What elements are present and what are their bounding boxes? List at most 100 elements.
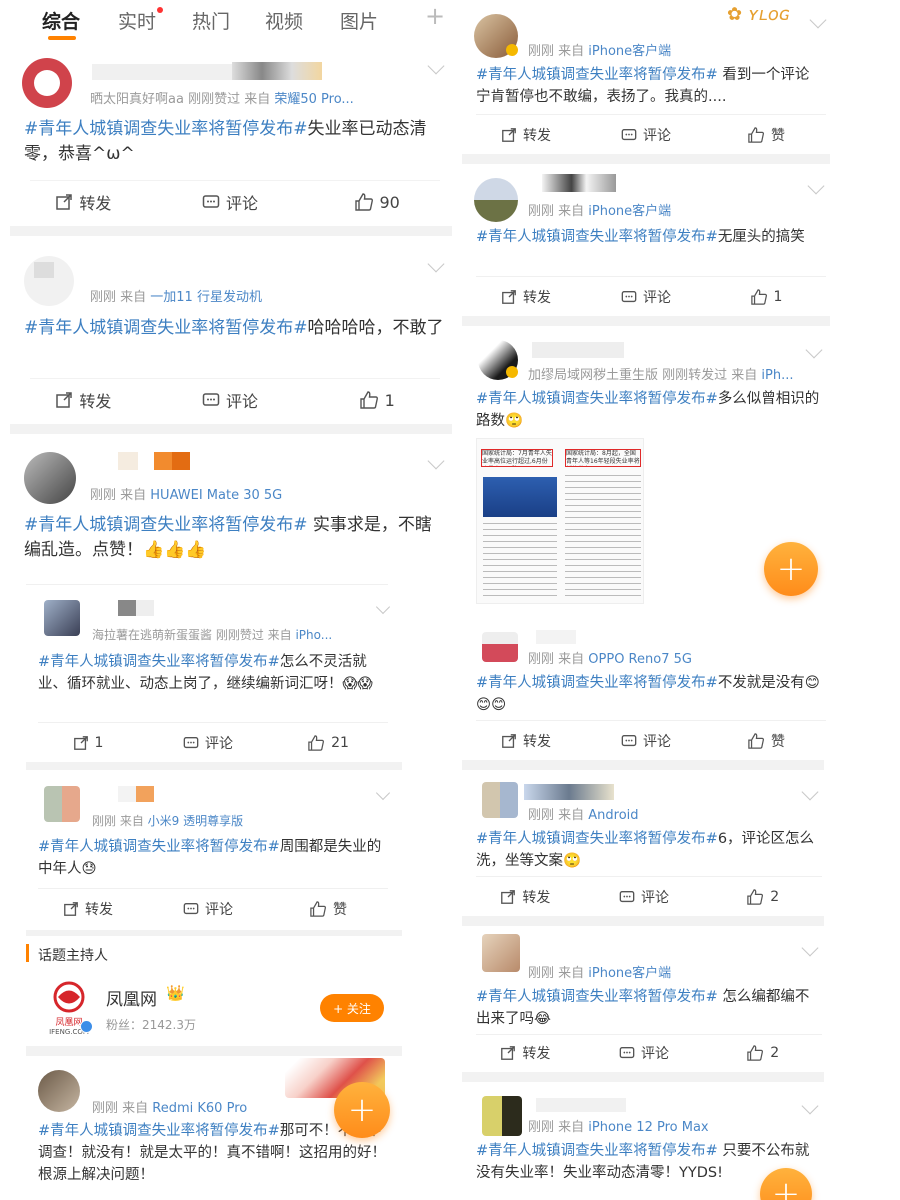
like-button[interactable]: 2 [703, 889, 822, 905]
section-marker [26, 944, 29, 962]
comment-button[interactable]: 评论 [586, 731, 706, 751]
avatar[interactable] [22, 58, 72, 108]
topic-link[interactable]: #青年人城镇调查失业率将暂停发布# [24, 515, 308, 535]
compose-button[interactable]: + [334, 1082, 390, 1138]
avatar[interactable] [38, 1070, 80, 1112]
post-actions: 1 评论 21 [28, 730, 388, 756]
comment-button[interactable]: 评论 [148, 899, 268, 919]
comment-button[interactable]: 评论 [157, 388, 304, 412]
repost-button[interactable]: 转发 [28, 899, 148, 919]
comment-button[interactable]: 评论 [585, 887, 704, 907]
repost-button[interactable]: 转发 [466, 125, 586, 145]
topic-link[interactable]: #青年人城镇调查失业率将暂停发布# [38, 839, 280, 855]
chevron-down-icon[interactable] [809, 11, 827, 29]
chevron-down-icon[interactable] [805, 341, 823, 359]
repost-button[interactable]: 转发 [10, 388, 157, 412]
chevron-down-icon[interactable] [801, 1097, 819, 1115]
avatar[interactable] [474, 178, 518, 222]
repost-icon [64, 902, 78, 916]
comment-icon [621, 129, 637, 141]
topic-link[interactable]: #青年人城镇调查失业率将暂停发布# [38, 654, 280, 670]
thumbs-up-icon [354, 193, 373, 211]
topic-link[interactable]: #青年人城镇调查失业率将暂停发布# [476, 831, 718, 847]
comment-button[interactable]: 评论 [585, 1043, 704, 1063]
comment-button[interactable]: 评论 [586, 287, 706, 307]
post-text: #青年人城镇调查失业率将暂停发布# 怎么编都编不出来了吗😂 [476, 989, 810, 1027]
topic-link[interactable]: #青年人城镇调查失业率将暂停发布# [38, 1123, 280, 1139]
topic-link[interactable]: #青年人城镇调查失业率将暂停发布# [476, 1143, 718, 1159]
chevron-down-icon[interactable] [375, 599, 391, 615]
avatar[interactable] [482, 782, 518, 818]
chevron-down-icon[interactable] [801, 783, 819, 801]
comment-button[interactable]: 评论 [586, 125, 706, 145]
comment-button[interactable]: 评论 [148, 733, 268, 753]
avatar[interactable] [24, 452, 76, 504]
repost-button[interactable]: 转发 [466, 731, 586, 751]
add-tab-icon[interactable]: + [425, 2, 445, 30]
feed-divider [462, 154, 830, 164]
chevron-down-icon[interactable] [427, 452, 445, 470]
post-text: #青年人城镇调查失业率将暂停发布#无厘头的搞笑 [476, 229, 805, 245]
post-meta: 刚刚 来自 Android [528, 808, 639, 823]
post-actions: 转发 评论 2 [466, 1040, 822, 1066]
topic-link[interactable]: #青年人城镇调查失业率将暂停发布# [476, 675, 718, 691]
repost-button[interactable]: 转发 [10, 190, 157, 214]
topic-link[interactable]: #青年人城镇调查失业率将暂停发布# [476, 391, 718, 407]
tab-hot[interactable]: 热门 [192, 7, 230, 34]
verified-icon [80, 1020, 93, 1033]
thumbs-up-icon [748, 733, 764, 749]
host-name[interactable]: 凤凰网 [106, 985, 157, 1010]
comment-icon [202, 195, 220, 208]
repost-button[interactable]: 转发 [466, 887, 585, 907]
like-button[interactable]: 赞 [268, 899, 388, 919]
topic-link[interactable]: #青年人城镇调查失业率将暂停发布# [476, 67, 718, 83]
chevron-down-icon[interactable] [801, 939, 819, 957]
avatar[interactable] [24, 256, 74, 306]
feed-divider [462, 760, 824, 770]
topic-link[interactable]: #青年人城镇调查失业率将暂停发布# [476, 989, 718, 1005]
post-meta: 加缪局域网秽土重生版 刚刚转发过 来自 iPh... [528, 368, 794, 383]
like-button[interactable]: 赞 [706, 731, 826, 751]
compose-button[interactable]: + [764, 542, 818, 596]
tab-comprehensive[interactable]: 综合 [42, 7, 80, 34]
repost-button[interactable]: 转发 [466, 1043, 585, 1063]
avatar[interactable] [44, 600, 80, 636]
tab-realtime[interactable]: 实时 [118, 7, 156, 34]
like-button[interactable]: 1 [303, 391, 450, 410]
topic-link[interactable]: #青年人城镇调查失业率将暂停发布# [476, 229, 718, 245]
post-text: #青年人城镇调查失业率将暂停发布# 实事求是，不瞎编乱造。点赞！👍👍👍 [24, 515, 432, 560]
comment-button[interactable]: 评论 [157, 190, 304, 214]
feed-divider [26, 762, 402, 770]
like-button[interactable]: 90 [303, 193, 450, 212]
avatar[interactable] [482, 934, 520, 972]
repost-button[interactable]: 转发 [466, 287, 586, 307]
username-blurred[interactable] [92, 64, 232, 80]
post-actions: 转发 评论 赞 [28, 896, 388, 922]
thumbs-up-icon [310, 901, 326, 917]
active-tab-indicator [48, 36, 76, 40]
user-badges-blurred [232, 62, 322, 80]
repost-icon [73, 736, 88, 750]
news-screenshot-image[interactable]: 国家统计局：7月青年人失业率高位运行超过,6月份达最高于下降 国家统计局：8月起… [476, 438, 644, 604]
repost-icon [502, 734, 516, 748]
topic-link[interactable]: #青年人城镇调查失业率将暂停发布# [24, 119, 308, 139]
tab-video[interactable]: 视频 [265, 7, 303, 34]
like-button[interactable]: 21 [268, 735, 388, 751]
post-meta: 刚刚 来自 HUAWEI Mate 30 5G [90, 488, 283, 503]
like-button[interactable]: 1 [706, 289, 826, 305]
avatar[interactable] [482, 1096, 522, 1136]
like-button[interactable]: 赞 [706, 125, 826, 145]
repost-button[interactable]: 1 [28, 735, 148, 751]
chevron-down-icon[interactable] [427, 255, 445, 273]
avatar[interactable] [482, 632, 518, 662]
post-actions: 转发 评论 1 [10, 384, 450, 416]
repost-icon [502, 290, 516, 304]
tab-pictures[interactable]: 图片 [340, 7, 378, 34]
chevron-down-icon[interactable] [807, 177, 825, 195]
follow-button[interactable]: + 关注 [320, 994, 384, 1022]
avatar[interactable] [44, 786, 80, 822]
topic-link[interactable]: #青年人城镇调查失业率将暂停发布# [24, 318, 308, 338]
chevron-down-icon[interactable] [427, 57, 445, 75]
like-button[interactable]: 2 [703, 1045, 822, 1061]
chevron-down-icon[interactable] [375, 785, 391, 801]
